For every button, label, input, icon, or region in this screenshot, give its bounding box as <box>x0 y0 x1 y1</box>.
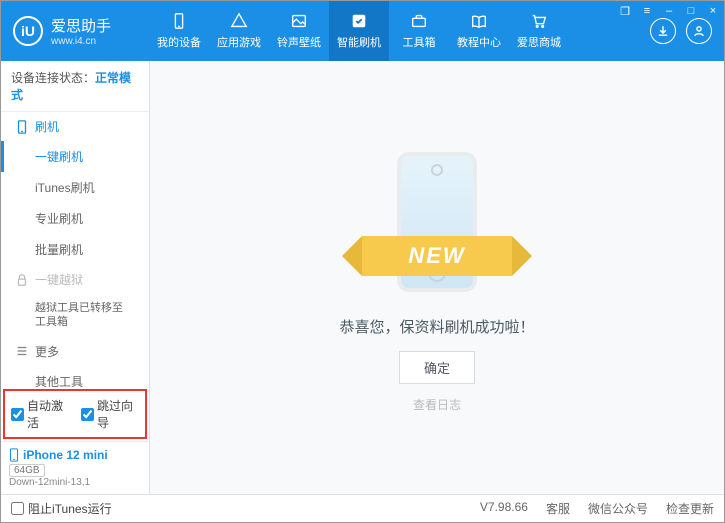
main-pane: NEW 恭喜您，保资料刷机成功啦！ 确定 查看日志 <box>150 61 724 494</box>
close-button[interactable]: × <box>702 5 724 17</box>
maximize-button[interactable]: □ <box>680 5 702 17</box>
view-log-link[interactable]: 查看日志 <box>413 396 461 413</box>
nav-store[interactable]: 爱思商城 <box>509 1 569 61</box>
logo-area: iU 爱思助手 www.i4.cn <box>1 15 149 47</box>
user-button[interactable] <box>686 18 712 44</box>
cbx-auto-activate[interactable]: 自动激活 <box>11 397 69 431</box>
group-more[interactable]: 更多 <box>1 337 149 366</box>
mi-batch-flash[interactable]: 批量刷机 <box>1 234 149 265</box>
app-url: www.i4.cn <box>51 36 111 47</box>
body: 设备连接状态：正常模式 刷机 一键刷机 iTunes刷机 专业刷机 批量刷机 一… <box>1 61 724 494</box>
download-icon <box>656 24 670 38</box>
flash-icon <box>349 12 369 30</box>
header-right <box>650 18 724 44</box>
nav-toolbox[interactable]: 工具箱 <box>389 1 449 61</box>
version-label: V7.98.66 <box>480 500 528 517</box>
group-flash[interactable]: 刷机 <box>1 112 149 141</box>
apps-icon <box>229 12 249 30</box>
app-logo-icon: iU <box>13 16 43 46</box>
flash-options: 自动激活 跳过向导 <box>3 389 147 439</box>
more-icon <box>15 344 29 358</box>
mi-jb-note: 越狱工具已转移至 工具箱 <box>1 294 149 337</box>
nav-apps[interactable]: 应用游戏 <box>209 1 269 61</box>
status-bar-footer: 阻止iTunes运行 V7.98.66 客服 微信公众号 检查更新 <box>1 494 724 522</box>
app-name: 爱思助手 <box>51 15 111 36</box>
app-window: ❐ ≡ – □ × iU 爱思助手 www.i4.cn 我的设备 应用游戏 铃声… <box>0 0 725 523</box>
user-icon <box>692 24 706 38</box>
download-button[interactable] <box>650 18 676 44</box>
lock-icon <box>15 273 29 287</box>
device-name: iPhone 12 mini <box>9 448 141 462</box>
skin-button[interactable]: ❐ <box>614 5 636 18</box>
nav-ringtones[interactable]: 铃声壁纸 <box>269 1 329 61</box>
mi-pro-flash[interactable]: 专业刷机 <box>1 203 149 234</box>
title-bar: ❐ ≡ – □ × iU 爱思助手 www.i4.cn 我的设备 应用游戏 铃声… <box>1 1 724 61</box>
cbx-block-itunes[interactable]: 阻止iTunes运行 <box>11 500 112 517</box>
check-update-link[interactable]: 检查更新 <box>666 500 714 517</box>
nav-tutorials[interactable]: 教程中心 <box>449 1 509 61</box>
wallpaper-icon <box>289 12 309 30</box>
device-firmware: Down-12mini-13,1 <box>9 477 141 488</box>
menu-button[interactable]: ≡ <box>636 5 658 17</box>
success-message: 恭喜您，保资料刷机成功啦！ <box>339 316 534 337</box>
device-panel[interactable]: iPhone 12 mini 64GB Down-12mini-13,1 <box>1 441 149 494</box>
book-icon <box>469 12 489 30</box>
top-nav: 我的设备 应用游戏 铃声壁纸 智能刷机 工具箱 教程中心 爱思商城 <box>149 1 650 61</box>
nav-device[interactable]: 我的设备 <box>149 1 209 61</box>
customer-service-link[interactable]: 客服 <box>546 500 570 517</box>
phone-icon <box>9 448 19 462</box>
new-banner: NEW <box>362 236 512 276</box>
nav-flash[interactable]: 智能刷机 <box>329 1 389 61</box>
phone-icon <box>15 120 29 134</box>
cbx-skip-guide[interactable]: 跳过向导 <box>81 397 139 431</box>
device-capacity: 64GB <box>9 464 45 477</box>
mi-oneclick-flash[interactable]: 一键刷机 <box>1 141 149 172</box>
minimize-button[interactable]: – <box>658 5 680 17</box>
sidebar: 设备连接状态：正常模式 刷机 一键刷机 iTunes刷机 专业刷机 批量刷机 一… <box>1 61 150 494</box>
connection-status: 设备连接状态：正常模式 <box>1 61 149 112</box>
device-icon <box>169 12 189 30</box>
window-controls: ❐ ≡ – □ × <box>614 1 724 21</box>
success-illustration: NEW <box>347 142 527 302</box>
group-jailbreak: 一键越狱 <box>1 265 149 294</box>
ok-button[interactable]: 确定 <box>399 351 475 384</box>
sidebar-menu: 刷机 一键刷机 iTunes刷机 专业刷机 批量刷机 一键越狱 越狱工具已转移至… <box>1 112 149 387</box>
mi-other-tools[interactable]: 其他工具 <box>1 366 149 387</box>
toolbox-icon <box>409 12 429 30</box>
mi-itunes-flash[interactable]: iTunes刷机 <box>1 172 149 203</box>
wechat-link[interactable]: 微信公众号 <box>588 500 648 517</box>
cart-icon <box>529 12 549 30</box>
